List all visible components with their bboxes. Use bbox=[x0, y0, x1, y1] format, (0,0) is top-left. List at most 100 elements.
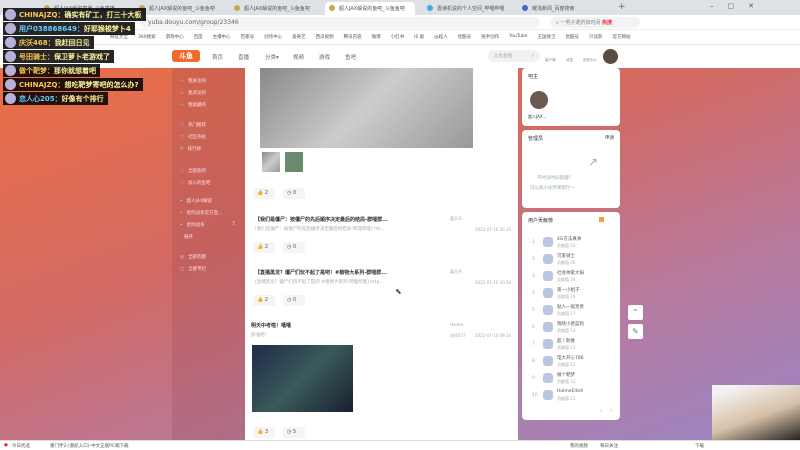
scroll-top-button[interactable]: ⌃ bbox=[628, 305, 643, 320]
post-thumbnail[interactable] bbox=[262, 152, 280, 172]
ranking-item[interactable]: 10 HolmeEllish 贡献值 11 bbox=[528, 389, 614, 405]
nav-home[interactable]: 首页 bbox=[212, 53, 223, 61]
ranking-item[interactable]: 5 贴人一般贵贵 贡献值 17 bbox=[528, 304, 614, 320]
my-videos-button[interactable]: 我的视频 bbox=[570, 443, 588, 449]
ranking-item[interactable]: 6 晓晓小爸蓝狗 贡献值 14 bbox=[528, 321, 614, 337]
tab-title: 超人JAX解说的鱼吧_斗鱼鱼吧 bbox=[339, 6, 405, 12]
sidebar-item[interactable]: ☆ 我关注的 bbox=[180, 78, 206, 84]
post-image[interactable] bbox=[252, 345, 353, 412]
daily-follow-button[interactable]: 每日关注 bbox=[600, 443, 618, 449]
bookmark-item[interactable]: 爱奇艺 bbox=[292, 34, 306, 44]
ranking-item[interactable]: 1 4G方法真帅 贡献值 53 bbox=[528, 236, 614, 252]
post-title[interactable]: 【直播黑龙？僵尸们玩不起了是吧！#植物大系列-群哩群... bbox=[255, 269, 387, 276]
nav-games[interactable]: 游戏 bbox=[319, 53, 330, 61]
post-title[interactable]: 明天中考啦！嘻嘻 bbox=[251, 322, 291, 329]
ranking-item[interactable]: 7 超 / 斯维 贡献值 13 bbox=[528, 338, 614, 354]
post-thumbnail[interactable] bbox=[285, 152, 303, 172]
bookmark-item[interactable]: 只读影 bbox=[589, 34, 603, 44]
bookmark-item[interactable]: 优酷号 bbox=[565, 34, 579, 44]
ranking-item[interactable]: 3 社会帅家大锅 贡献值 34 bbox=[528, 270, 614, 286]
url-input[interactable]: yuba.douyu.com/group/23346 bbox=[140, 17, 540, 28]
browser-tab[interactable]: 超人JAX解说的鱼吧_斗鱼鱼吧 bbox=[135, 2, 225, 15]
post-author[interactable]: Holme... bbox=[450, 322, 467, 327]
comment-button[interactable]: ◷ 0 bbox=[283, 295, 305, 306]
nav-yuba[interactable]: 鱼吧 bbox=[345, 53, 356, 61]
post-author[interactable]: 嘉天开... bbox=[450, 269, 466, 275]
bookmark-item[interactable]: 腾讯内容 bbox=[344, 34, 362, 44]
host-avatar[interactable] bbox=[530, 91, 548, 109]
sidebar-item[interactable]: ▽ 排行榜 bbox=[180, 146, 201, 152]
bookmark-item[interactable]: 快手创作 bbox=[481, 34, 499, 44]
bookmark-item[interactable]: 西瓜视频 bbox=[316, 34, 334, 44]
bookmark-item[interactable]: 游戏中心 bbox=[166, 34, 184, 44]
browser-tab[interactable]: 嘉读机说的个人空间_哔哩哔哩 bbox=[423, 2, 513, 15]
like-button[interactable]: 👍 3 bbox=[253, 427, 275, 438]
messages-button[interactable]: 消息 bbox=[566, 58, 573, 63]
client-button[interactable]: 客户端 bbox=[545, 58, 556, 63]
bookmark-item[interactable]: 360搜索 bbox=[138, 34, 156, 44]
comment-button[interactable]: ◷ 0 bbox=[283, 188, 305, 199]
sidebar-item[interactable]: ☆ 我收藏的 bbox=[180, 102, 206, 108]
sidebar-item[interactable]: • 星际战争官方直... bbox=[180, 210, 222, 216]
sidebar-item[interactable]: • 超人JAX解说 bbox=[180, 198, 212, 204]
sidebar-item[interactable]: ◌ 全部鱼吧 bbox=[180, 168, 206, 174]
bookmark-item[interactable]: 小红书 bbox=[391, 34, 405, 44]
sidebar-item[interactable]: ▢ 全部专栏 bbox=[180, 266, 206, 272]
like-button[interactable]: 👍 2 bbox=[253, 188, 275, 199]
download-button[interactable]: 下载 bbox=[695, 443, 704, 449]
post-image[interactable] bbox=[260, 68, 473, 148]
edit-post-button[interactable]: ✎ bbox=[628, 324, 643, 339]
host-name[interactable]: 超人JAX... bbox=[528, 114, 546, 120]
bookmark-item[interactable]: i6 剧 bbox=[414, 34, 424, 44]
bookmark-item[interactable]: 百度 bbox=[194, 34, 203, 44]
prev-page-button[interactable]: ‹ bbox=[600, 408, 602, 414]
next-page-button[interactable]: › bbox=[610, 408, 612, 414]
nav-live[interactable]: 直播 bbox=[238, 53, 249, 61]
bookmark-item[interactable]: 王国保卫 bbox=[537, 34, 555, 44]
bookmark-item[interactable]: 创作中心 bbox=[264, 34, 282, 44]
ranking-tab-icon[interactable] bbox=[599, 217, 604, 222]
ranking-item[interactable]: 8 电大开心786 贡献值 12 bbox=[528, 355, 614, 371]
post-title[interactable]: 【我们是僵尸：按僵尸的先后顺序决定最后的结局-群哩群... bbox=[255, 216, 388, 223]
today-pick-link[interactable]: 今日优选 bbox=[12, 443, 30, 449]
sidebar-item[interactable]: ◎ 全部话题 bbox=[180, 254, 206, 260]
bookmark-item[interactable]: 优酷号 bbox=[458, 34, 472, 44]
like-button[interactable]: 👍 2 bbox=[253, 242, 275, 253]
window-controls[interactable]: –▢✕ bbox=[710, 2, 768, 10]
douyu-logo[interactable]: 斗鱼 bbox=[172, 50, 200, 62]
sidebar-item[interactable]: ◌ 加入的鱼吧 bbox=[180, 180, 210, 186]
bookmark-item[interactable]: 官方网站 bbox=[612, 34, 630, 44]
nav-video[interactable]: 视频 bbox=[293, 53, 304, 61]
new-tab-icon[interactable]: + bbox=[618, 2, 626, 12]
browser-search-input[interactable]: ⌕ 一男子遭挤掉时间 热搜 bbox=[550, 17, 640, 28]
like-button[interactable]: 👍 2 bbox=[253, 295, 275, 306]
news-ticker[interactable]: 重门伴2-(重航入口)-中文正版PC端下载 bbox=[50, 443, 128, 449]
comment-button[interactable]: ◷ 0 bbox=[283, 242, 305, 253]
bookmark-item[interactable]: 百家号 bbox=[241, 34, 255, 44]
bookmark-item[interactable]: @超人 bbox=[434, 34, 448, 44]
bookmark-item[interactable]: YouTube bbox=[509, 34, 527, 44]
user-name: 贴人一般贵贵 bbox=[557, 305, 584, 310]
browser-tab[interactable]: 超人JAX解说的鱼吧_斗鱼鱼吧 bbox=[230, 2, 320, 15]
site-search-input[interactable]: 斗鱼直播 ⌕ bbox=[488, 50, 540, 62]
bookmark-item[interactable]: 主播中心 bbox=[213, 34, 231, 44]
bookmark-item[interactable]: 网址大全 bbox=[110, 34, 128, 44]
nav-category[interactable]: 分类▾ bbox=[265, 53, 279, 61]
apply-admin-button[interactable]: 申请 bbox=[605, 135, 614, 141]
sidebar-item[interactable]: ◌ 社区热帖 bbox=[180, 134, 206, 140]
user-avatar[interactable] bbox=[603, 49, 618, 64]
ranking-item[interactable]: 9 做个靶梦 贡献值 12 bbox=[528, 372, 614, 388]
ranking-item[interactable]: 2 可爱骑士 贡献值 36 bbox=[528, 253, 614, 269]
post-author[interactable]: 嘉天开... bbox=[450, 216, 466, 222]
sidebar-item[interactable]: ◌ 热门推荐 bbox=[180, 122, 206, 128]
bookmark-item[interactable]: 微博 bbox=[372, 34, 381, 44]
browser-tab-active[interactable]: 超人JAX解说的鱼吧_斗鱼鱼吧 bbox=[325, 2, 415, 15]
sidebar-icon: ▽ bbox=[180, 147, 184, 152]
comment-button[interactable]: ◷ 5 bbox=[283, 427, 305, 438]
ranking-item[interactable]: 4 第一小姐子 贡献值 19 bbox=[528, 287, 614, 303]
sidebar-item[interactable]: 展开 bbox=[180, 234, 193, 240]
creator-center-button[interactable]: 创作中心 bbox=[583, 58, 597, 63]
browser-tab[interactable]: 曜浅新闻_百度搜索 bbox=[518, 2, 608, 15]
sidebar-item[interactable]: ☆ 我浏览的 bbox=[180, 90, 206, 96]
sidebar-item[interactable]: • 星际战争 7 bbox=[180, 222, 235, 228]
